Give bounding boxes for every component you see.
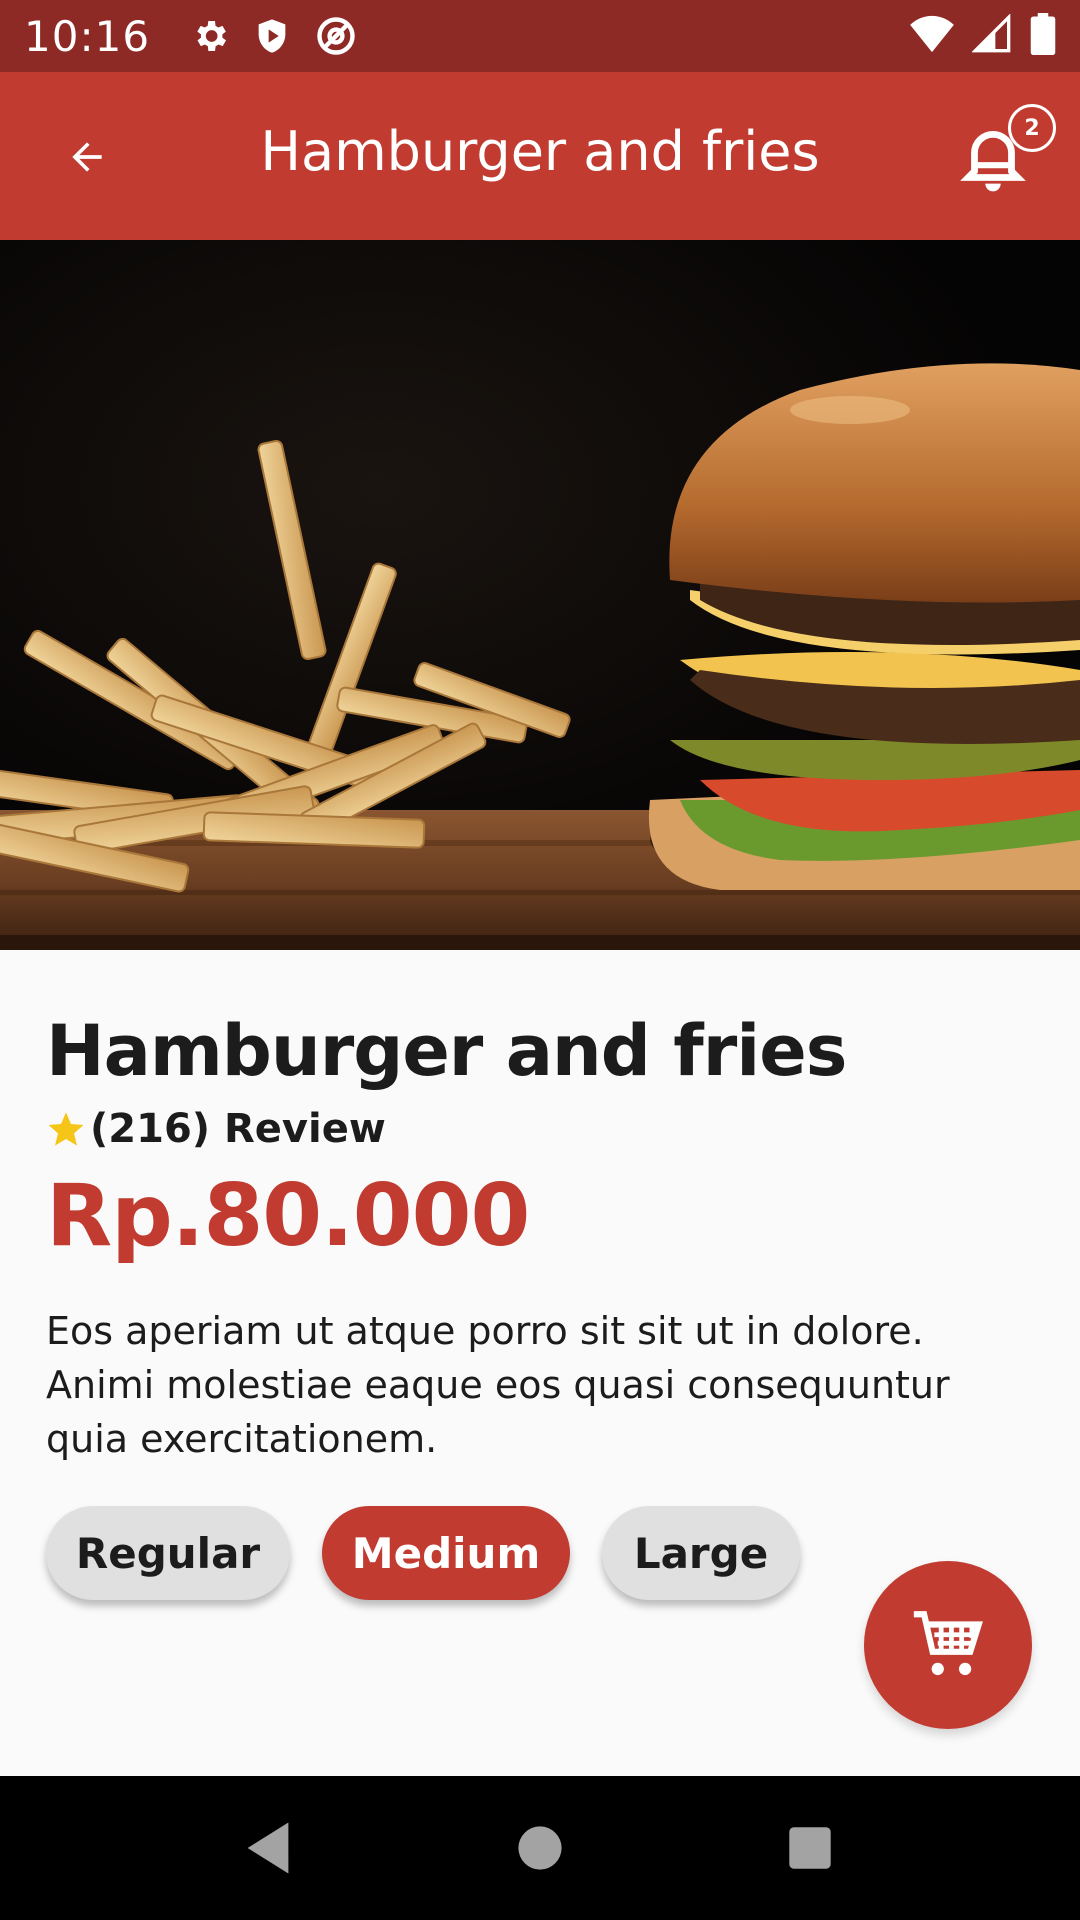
star-icon [46, 1109, 86, 1149]
product-description: Eos aperiam ut atque porro sit sit ut in… [46, 1309, 950, 1461]
size-option-regular[interactable]: Regular [46, 1506, 290, 1600]
wifi-icon [910, 14, 954, 58]
nav-back-button[interactable] [232, 1812, 304, 1884]
at-sign-icon [314, 14, 358, 58]
notification-button[interactable]: 2 [950, 104, 1056, 204]
status-time: 10:16 [24, 11, 151, 61]
product-info: Hamburger and fries (216) Review Rp.80.0… [46, 1010, 1046, 1466]
back-triangle-icon [247, 1822, 289, 1874]
cart-icon [913, 1611, 983, 1676]
add-to-cart-button[interactable] [864, 1561, 1032, 1729]
rating-row[interactable]: (216) Review [46, 1106, 1046, 1152]
nav-recents-button[interactable] [774, 1812, 846, 1884]
size-option-large[interactable]: Large [602, 1506, 800, 1600]
app-bar-title: Hamburger and fries [260, 120, 820, 183]
notification-badge: 2 [1008, 104, 1056, 152]
size-options: Regular Medium Large [46, 1506, 800, 1600]
battery-icon [1030, 13, 1056, 59]
product-title: Hamburger and fries [46, 1010, 847, 1092]
app-bar: Hamburger and fries 2 [0, 72, 1080, 240]
product-image [0, 240, 1080, 950]
system-nav-bar [0, 1776, 1080, 1920]
signal-icon [971, 13, 1012, 58]
size-option-medium[interactable]: Medium [322, 1506, 570, 1600]
gear-icon [190, 16, 230, 56]
review-count: (216) Review [90, 1106, 386, 1152]
status-left-icons [190, 14, 358, 58]
shield-icon [252, 16, 292, 56]
nav-home-button[interactable] [504, 1812, 576, 1884]
status-bar: 10:16 [0, 0, 1080, 72]
recents-square-icon [789, 1827, 831, 1869]
status-right-icons [910, 13, 1056, 59]
home-circle-icon [518, 1826, 562, 1870]
product-price: Rp.80.000 [46, 1166, 530, 1266]
